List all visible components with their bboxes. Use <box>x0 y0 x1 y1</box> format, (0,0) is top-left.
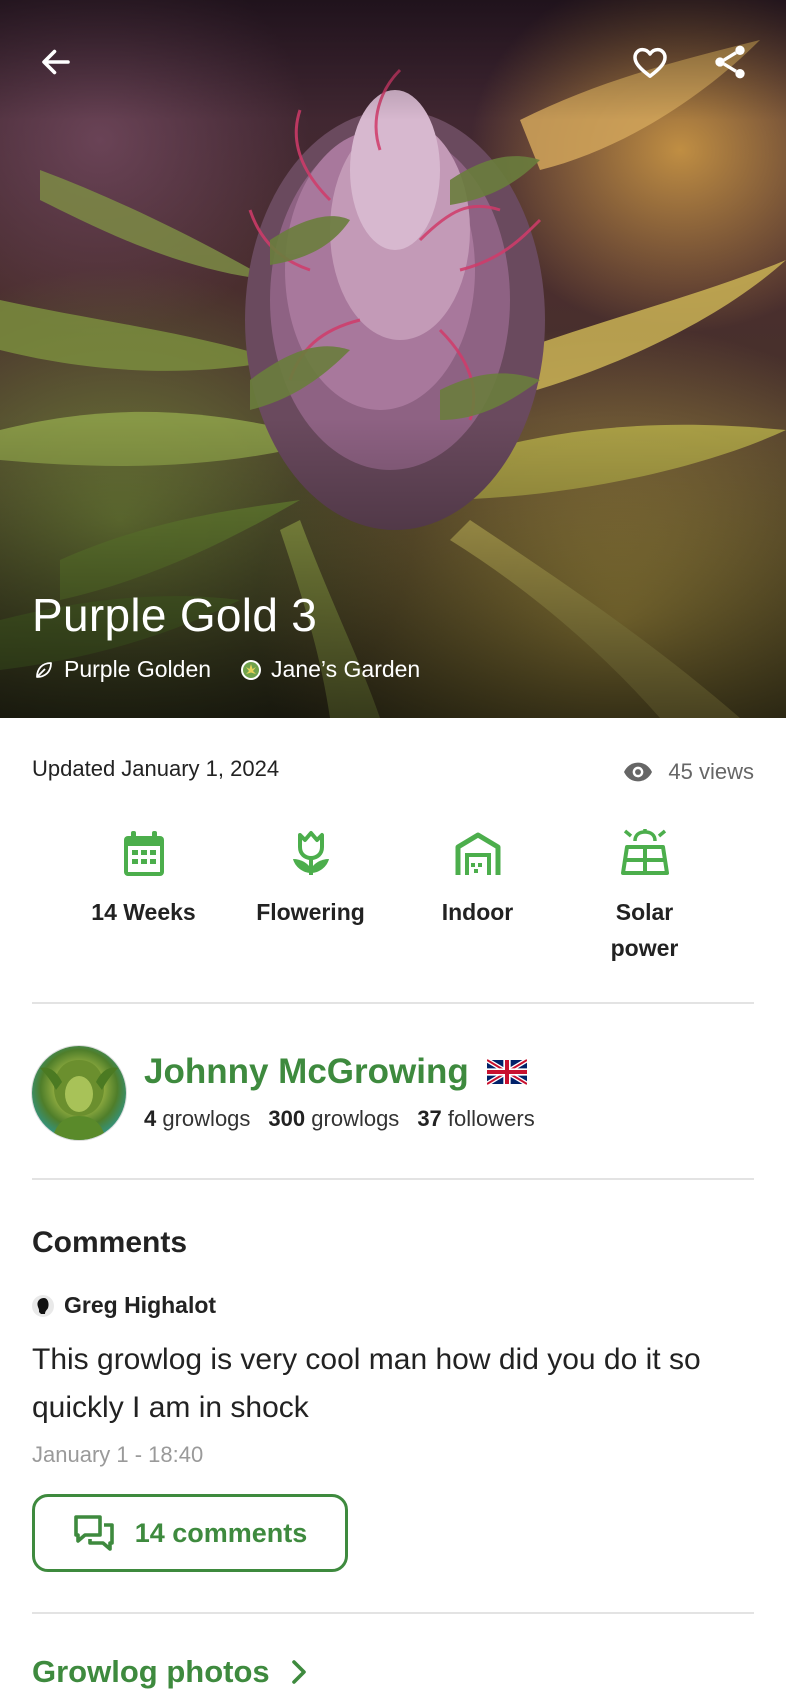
person-silhouette-icon <box>37 1297 49 1314</box>
profile-stat-growlogs-2[interactable]: 300 growlogs <box>268 1106 399 1132</box>
divider <box>32 1002 754 1004</box>
growlog-stats: 14 Weeks Flowering Indoor Solar power <box>60 828 728 966</box>
solar-panel-icon <box>620 828 669 880</box>
profile-name[interactable]: Johnny McGrowing <box>144 1052 527 1092</box>
heart-icon <box>633 47 667 78</box>
chevron-right-icon <box>291 1660 306 1684</box>
avatar-image <box>40 1060 118 1140</box>
profile-stat-label: growlogs <box>311 1106 400 1131</box>
views-label: 45 views <box>668 759 754 784</box>
stat-stage: Flowering <box>227 828 394 966</box>
greenhouse-icon <box>454 828 502 880</box>
leaf-icon <box>32 658 56 682</box>
stat-duration: 14 Weeks <box>60 828 227 966</box>
growlog-photos-link[interactable]: Growlog photos <box>32 1654 310 1690</box>
stat-stage-label: Flowering <box>256 899 365 925</box>
eye-icon <box>624 762 653 782</box>
stat-power-label: Solar power <box>610 899 679 961</box>
chat-bubbles-icon <box>73 1515 114 1551</box>
comments-heading: Comments <box>32 1226 188 1259</box>
profile-stat-growlogs[interactable]: 4 growlogs <box>144 1106 250 1132</box>
hero-photo: Purple Gold 3 Purple Golden Jane’s Garde… <box>0 0 786 718</box>
comment-time: January 1 - 18:40 <box>32 1442 204 1467</box>
stat-duration-label: 14 Weeks <box>91 899 196 925</box>
growlog-title: Purple Gold 3 <box>32 589 318 641</box>
avatar[interactable] <box>32 1046 126 1140</box>
flower-icon <box>287 828 335 880</box>
strain-link[interactable]: Purple Golden <box>64 656 211 683</box>
garden-link[interactable]: Jane’s Garden <box>271 656 420 683</box>
share-icon <box>715 45 745 79</box>
profile-stat-count: 37 <box>417 1106 442 1131</box>
stat-environment: Indoor <box>394 828 561 966</box>
views-count: 45 views <box>622 756 754 788</box>
back-button[interactable] <box>32 38 80 86</box>
profile-stat-followers[interactable]: 37 followers <box>417 1106 534 1132</box>
commenter-avatar <box>32 1294 54 1317</box>
uk-flag-icon <box>486 1059 527 1085</box>
updated-date: Updated January 1, 2024 <box>32 756 280 781</box>
comment-text: This growlog is very cool man how did yo… <box>32 1343 701 1424</box>
profile-stat-count: 4 <box>144 1106 157 1131</box>
arrow-left-icon <box>42 49 70 75</box>
growlog-meta: Purple Golden Jane’s Garden <box>32 656 420 683</box>
divider <box>32 1612 754 1614</box>
garden-badge-icon <box>239 658 263 682</box>
profile-stats: 4 growlogs 300 growlogs 37 followers <box>144 1106 535 1132</box>
profile-stat-count: 300 <box>268 1106 306 1131</box>
profile-name-label: Johnny McGrowing <box>144 1052 469 1091</box>
growlog-photos-label: Growlog photos <box>32 1654 270 1689</box>
favorite-button[interactable] <box>626 38 674 86</box>
stat-power: Solar power <box>561 828 728 966</box>
view-comments-button[interactable]: 14 comments <box>32 1494 348 1572</box>
stat-environment-label: Indoor <box>441 899 514 925</box>
comment-author-name: Greg Highalot <box>64 1292 217 1318</box>
view-comments-label: 14 comments <box>134 1517 308 1548</box>
comment-author[interactable]: Greg Highalot <box>32 1292 216 1319</box>
share-button[interactable] <box>706 38 754 86</box>
profile-stat-label: growlogs <box>162 1106 251 1131</box>
divider <box>32 1178 754 1180</box>
profile-stat-label: followers <box>447 1106 535 1131</box>
calendar-icon <box>120 828 168 880</box>
growlog-detail-page: Purple Gold 3 Purple Golden Jane’s Garde… <box>0 0 786 1706</box>
